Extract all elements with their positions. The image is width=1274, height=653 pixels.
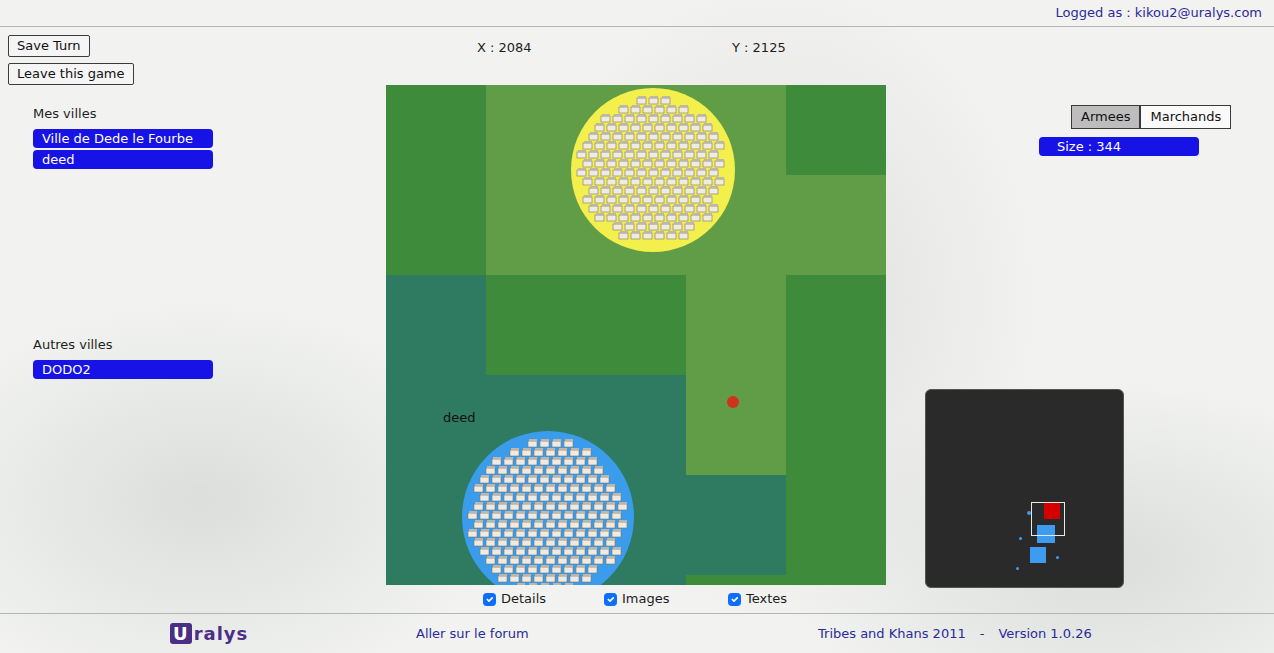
leave-game-button[interactable]: Leave this game (8, 63, 134, 85)
minimap-marker[interactable] (1037, 525, 1055, 543)
minimap-marker[interactable] (1044, 503, 1060, 519)
minimap-marker[interactable] (1030, 547, 1046, 563)
map-tile[interactable] (686, 575, 786, 585)
toggle-checkbox[interactable] (728, 593, 741, 606)
map-tile[interactable] (586, 275, 686, 375)
city-area (462, 431, 634, 585)
game-map[interactable]: deed (386, 85, 886, 585)
credits: Tribes and Khans 2011-Version 1.0.26 (818, 624, 1092, 644)
map-tile[interactable] (786, 175, 886, 275)
credit-text: Tribes and Khans 2011 (818, 624, 966, 644)
panel-tab[interactable]: Marchands (1140, 105, 1231, 129)
save-turn-button[interactable]: Save Turn (8, 35, 90, 57)
left-panel: Save Turn Leave this game Mes villes Ville … (0, 27, 386, 613)
city-item[interactable]: Ville de Dede le Fourbe (33, 129, 213, 148)
army-marker[interactable] (727, 396, 739, 408)
toggle-option[interactable]: Textes (728, 590, 848, 608)
section-title: Mes villes (33, 105, 386, 123)
toggle-checkbox[interactable] (483, 593, 496, 606)
city-label: deed (443, 410, 476, 426)
right-panel: ArmeesMarchands Size : 344 (886, 27, 1274, 613)
map-tile[interactable] (786, 575, 886, 585)
city-section: Autres villes DODO2 (0, 336, 386, 379)
city-section: Mes villes Ville de Dede le Fourbe deed (0, 105, 386, 169)
x-coordinate: X : 2084 (477, 39, 732, 85)
city-marker[interactable] (454, 423, 642, 585)
toggle-label: Images (622, 590, 670, 608)
map-tile[interactable] (786, 275, 886, 375)
map-tile[interactable] (386, 275, 486, 375)
city-area (571, 88, 735, 252)
minimap-viewport (1031, 502, 1065, 536)
minimap-marker[interactable] (1019, 537, 1022, 540)
footer-bar: UralysAller sur le forumTribes and Khans… (0, 613, 1274, 653)
map-tile[interactable] (686, 275, 786, 375)
uralys-logo[interactable]: Uralys (170, 620, 416, 647)
forum-link[interactable]: Aller sur le forum (416, 624, 818, 644)
toggle-label: Details (501, 590, 546, 608)
map-tile[interactable] (686, 375, 786, 475)
version-text: Version 1.0.26 (998, 624, 1091, 644)
coordinates: X : 2084Y : 2125 (386, 27, 886, 85)
city-marker[interactable] (563, 85, 743, 260)
toggle-option[interactable]: Images (604, 590, 728, 608)
toggle-checkbox[interactable] (604, 593, 617, 606)
map-tile[interactable] (486, 275, 586, 375)
display-toggles: Details Images Textes (386, 585, 886, 608)
map-tile[interactable] (686, 475, 786, 575)
panel-tabs: ArmeesMarchands (1071, 105, 1274, 129)
houses-icon (468, 439, 627, 585)
toggle-label: Textes (746, 590, 787, 608)
action-buttons: Save Turn Leave this game (0, 27, 386, 85)
city-item[interactable]: DODO2 (33, 360, 213, 379)
main-area: Save Turn Leave this game Mes villes Ville … (0, 27, 1274, 613)
panel-tab[interactable]: Armees (1071, 105, 1140, 129)
y-coordinate: Y : 2125 (732, 39, 786, 85)
map-tile[interactable] (486, 85, 586, 175)
map-tile[interactable] (386, 175, 486, 275)
map-tile[interactable] (786, 85, 886, 175)
separator: - (980, 624, 985, 644)
section-title: Autres villes (33, 336, 386, 354)
minimap[interactable] (925, 389, 1124, 588)
minimap-marker[interactable] (1016, 567, 1019, 570)
toggle-option[interactable]: Details (483, 590, 604, 608)
header-bar: Logged as : kikou2@uralys.com (0, 0, 1274, 27)
map-tile[interactable] (386, 575, 486, 585)
center-panel: X : 2084Y : 2125 deed Details Images Textes (386, 27, 886, 613)
houses-icon (577, 96, 724, 239)
user-label: Logged as : kikou2@uralys.com (1056, 3, 1262, 23)
city-item[interactable]: deed (33, 150, 213, 169)
map-tile[interactable] (486, 175, 586, 275)
map-tile[interactable] (786, 375, 886, 475)
map-tile[interactable] (786, 475, 886, 575)
size-badge: Size : 344 (1039, 137, 1199, 156)
minimap-marker[interactable] (1056, 556, 1059, 559)
map-tile[interactable] (386, 85, 486, 175)
